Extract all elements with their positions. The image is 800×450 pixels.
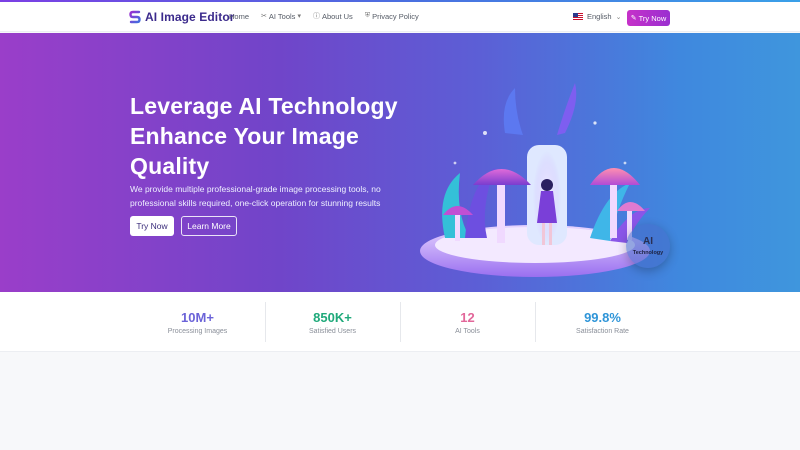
stat-label: AI Tools xyxy=(455,327,480,335)
nav-home[interactable]: Home xyxy=(229,12,249,21)
stat-value: 99.8% xyxy=(584,309,621,325)
us-flag-icon xyxy=(573,13,583,20)
caret-down-icon: ▾ xyxy=(297,13,301,20)
stat-label: Processing Images xyxy=(167,327,228,335)
nav-privacy-policy[interactable]: ⛨ Privacy Policy xyxy=(365,12,419,21)
stat-satisfied-users: 850K+ Satisfied Users xyxy=(265,292,400,352)
wand-icon: ✎ xyxy=(630,15,637,22)
brand-s-icon xyxy=(129,10,141,24)
stat-value: 850K+ xyxy=(313,309,352,325)
nav-home-label: Home xyxy=(229,11,250,21)
stat-value: 10M+ xyxy=(181,309,214,325)
hero-title: Leverage AI Technology Enhance Your Imag… xyxy=(130,91,430,181)
nav-about-us-label: About Us xyxy=(321,11,353,21)
nav-ai-tools-label: AI Tools xyxy=(268,11,296,21)
try-now-button[interactable]: Try Now xyxy=(130,216,174,236)
stat-satisfaction-rate: 99.8% Satisfaction Rate xyxy=(535,292,670,352)
stat-value: 12 xyxy=(460,309,475,325)
stats-bar: 10M+ Processing Images 850K+ Satisfied U… xyxy=(0,292,800,352)
stat-label: Satisfaction Rate xyxy=(576,327,629,335)
chevron-down-icon: ⌄ xyxy=(615,13,622,21)
ai-technology-badge: AI Technology xyxy=(626,224,670,268)
stat-processing-images: 10M+ Processing Images xyxy=(130,292,265,352)
nav-privacy-policy-label: Privacy Policy xyxy=(372,11,419,21)
magic-wand-icon: ✂ xyxy=(261,13,267,20)
language-selector[interactable]: English ⌄ xyxy=(573,12,621,21)
hero-title-line: Leverage AI Technology xyxy=(130,93,398,119)
navbar: AI Image Editor Home ✂ AI Tools ▾ ⓘ Abou… xyxy=(0,2,800,32)
brand-name: AI Image Editor xyxy=(145,10,235,24)
hero-title-line: Enhance Your Image xyxy=(130,123,359,149)
nav-ai-tools[interactable]: ✂ AI Tools ▾ xyxy=(261,12,301,21)
hero-section: Leverage AI Technology Enhance Your Imag… xyxy=(0,33,800,292)
shield-icon: ⛨ xyxy=(364,12,371,19)
hero-title-line: Quality xyxy=(130,153,210,179)
stat-label: Satisfied Users xyxy=(308,327,357,335)
brand-logo[interactable]: AI Image Editor xyxy=(129,8,235,26)
ai-badge-main: AI xyxy=(643,236,653,247)
learn-more-button[interactable]: Learn More xyxy=(181,216,237,236)
nav-about-us[interactable]: ⓘ About Us xyxy=(313,11,353,21)
try-now-nav-label: Try Now xyxy=(638,13,667,23)
language-label: English xyxy=(587,12,612,21)
try-now-nav-button[interactable]: ✎ Try Now xyxy=(627,10,670,26)
nav-links: Home ✂ AI Tools ▾ ⓘ About Us ⛨ Privacy P… xyxy=(229,11,419,21)
info-icon: ⓘ xyxy=(312,13,320,20)
stat-ai-tools: 12 AI Tools xyxy=(400,292,535,352)
ai-badge-sub: Technology xyxy=(632,250,664,256)
hero-subtitle: We provide multiple professional-grade i… xyxy=(130,184,381,208)
